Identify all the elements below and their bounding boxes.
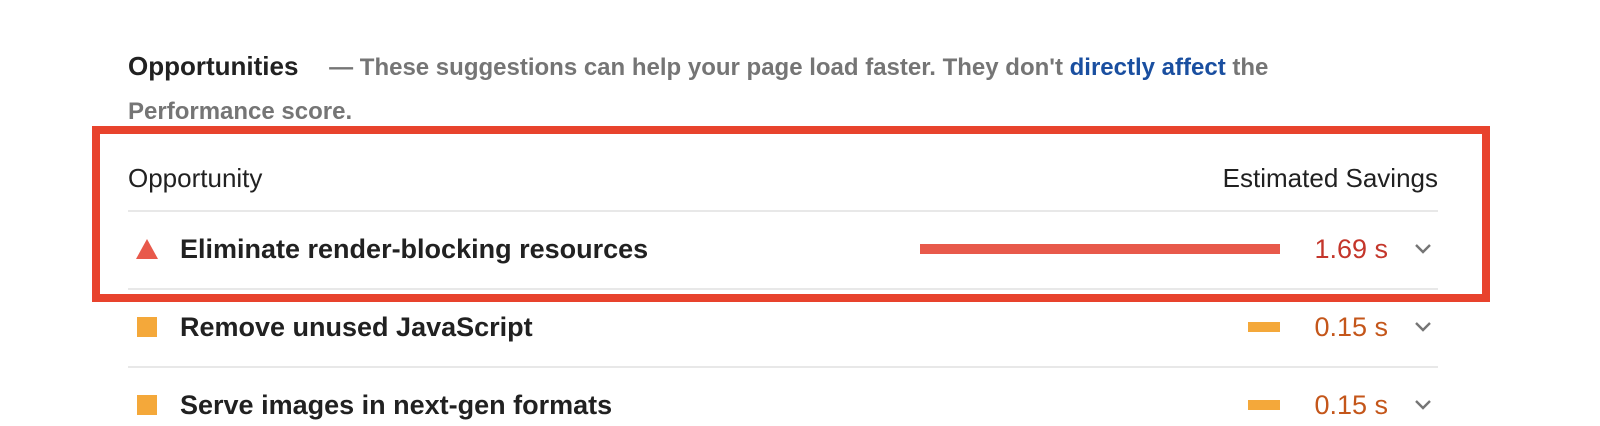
audit-row-unused-javascript[interactable]: Remove unused JavaScript 0.15 s: [128, 297, 1438, 357]
savings-bar: [1248, 322, 1280, 332]
table-header: Opportunity Estimated Savings: [128, 156, 1438, 200]
header-divider: [128, 210, 1438, 212]
savings-bar: [920, 244, 1280, 254]
average-square-icon: [134, 392, 160, 418]
audit-title: Eliminate render-blocking resources: [180, 233, 649, 264]
section-description-prefix: — These suggestions can help your page l…: [329, 54, 1070, 81]
audit-row-next-gen-images[interactable]: Serve images in next-gen formats 0.15 s: [128, 375, 1438, 426]
chevron-down-icon[interactable]: [1408, 390, 1438, 420]
savings-value: 0.15 s: [1314, 389, 1388, 420]
directly-affect-link[interactable]: directly affect: [1070, 54, 1226, 81]
chevron-down-icon[interactable]: [1408, 234, 1438, 264]
lighthouse-opportunities-panel: Opportunities — These suggestions can he…: [0, 0, 1600, 426]
section-header: Opportunities — These suggestions can he…: [128, 44, 1308, 134]
row-divider: [128, 366, 1438, 368]
savings-bar-track: [920, 244, 1280, 254]
savings-bar-track: [920, 322, 1280, 332]
savings-bar-track: [920, 400, 1280, 410]
savings-value: 0.15 s: [1314, 311, 1388, 342]
warning-triangle-icon: [134, 236, 160, 262]
average-square-icon: [134, 314, 160, 340]
chevron-down-icon[interactable]: [1408, 312, 1438, 342]
column-header-opportunity: Opportunity: [128, 162, 263, 193]
audit-title: Remove unused JavaScript: [180, 311, 533, 342]
audit-row-render-blocking[interactable]: Eliminate render-blocking resources 1.69…: [128, 219, 1438, 279]
savings-bar: [1248, 400, 1280, 410]
section-title: Opportunities: [128, 51, 299, 81]
row-divider: [128, 288, 1438, 290]
audit-title: Serve images in next-gen formats: [180, 389, 613, 420]
column-header-estimated-savings: Estimated Savings: [1222, 162, 1438, 193]
savings-value: 1.69 s: [1314, 233, 1388, 264]
